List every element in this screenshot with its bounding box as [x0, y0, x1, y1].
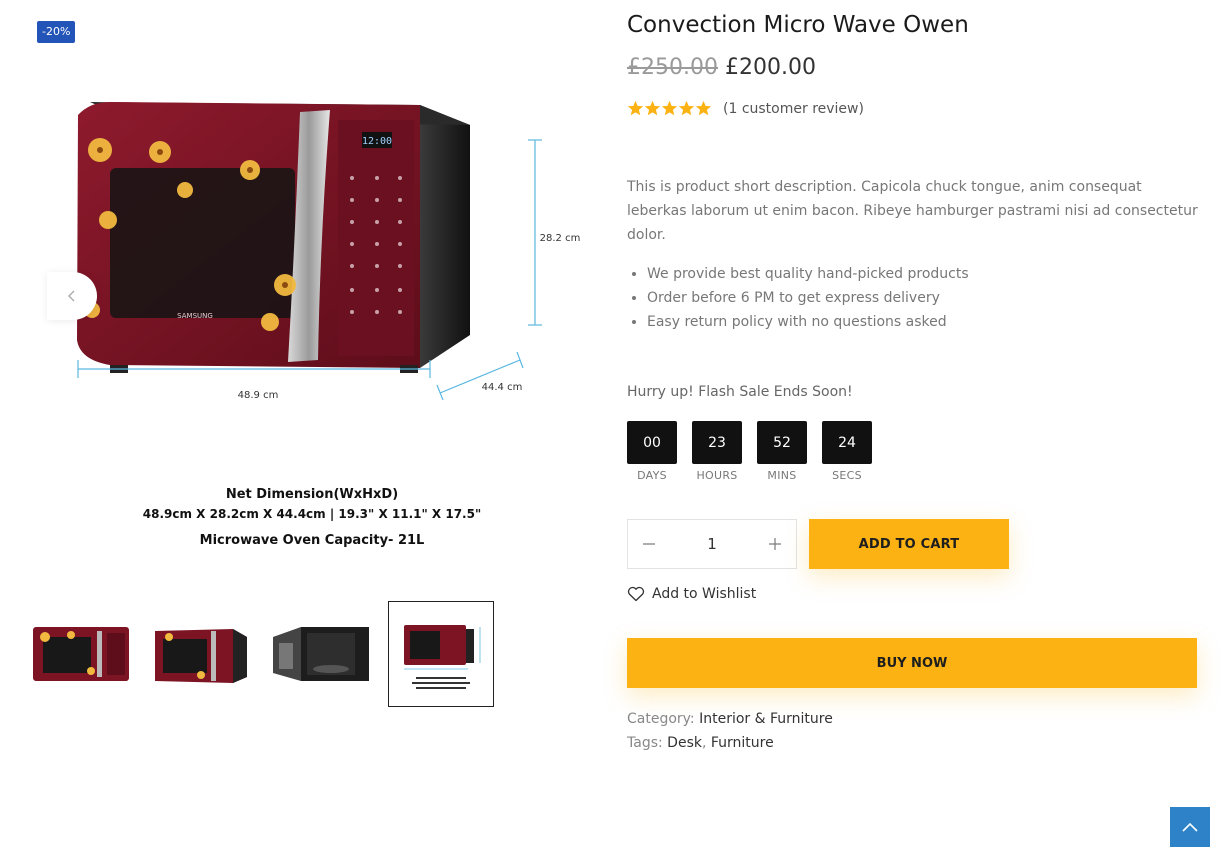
countdown-days: 00 DAYS	[627, 421, 677, 482]
feature-item: We provide best quality hand-picked prod…	[647, 262, 969, 286]
scroll-to-top-button[interactable]	[1170, 807, 1210, 847]
quantity-increase-button[interactable]	[754, 520, 796, 568]
net-dimension-title: Net Dimension(WxHxD)	[226, 487, 398, 502]
star-icon	[695, 100, 712, 116]
countdown-value: 52	[757, 421, 807, 464]
gallery-thumbnails	[28, 601, 494, 707]
product-tags: Tags: Desk, Furniture	[627, 735, 774, 751]
feature-item: Easy return policy with no questions ask…	[647, 310, 969, 334]
countdown-hours: 23 HOURS	[692, 421, 742, 482]
product-category: Category: Interior & Furniture	[627, 711, 833, 727]
plus-icon	[769, 538, 781, 550]
oven-display-text: 12:00	[362, 136, 392, 147]
countdown-label: DAYS	[637, 469, 667, 482]
buy-now-button[interactable]: BUY NOW	[627, 638, 1197, 688]
oven-brand-text: SAMSUNG	[177, 312, 213, 320]
product-gallery: -20% 12:00 SAMSUNG 28.2 cm 48.9 cm 44.4 …	[0, 0, 610, 720]
countdown-label: HOURS	[696, 469, 738, 482]
star-icon	[661, 100, 678, 116]
chevron-up-icon	[1182, 822, 1198, 832]
add-to-wishlist-link[interactable]: Add to Wishlist	[627, 586, 756, 602]
price-new: £200.00	[725, 55, 816, 80]
width-dimension-label: 48.9 cm	[238, 390, 279, 401]
countdown-value: 23	[692, 421, 742, 464]
countdown-mins: 52 MINS	[757, 421, 807, 482]
tag-link[interactable]: Desk	[667, 735, 702, 751]
net-dimension-values: 48.9cm X 28.2cm X 44.4cm | 19.3" X 11.1"…	[143, 507, 481, 521]
heart-icon	[627, 586, 645, 602]
category-link[interactable]: Interior & Furniture	[699, 711, 833, 727]
countdown-timer: 00 DAYS 23 HOURS 52 MINS 24 SECS	[627, 421, 872, 482]
countdown-value: 00	[627, 421, 677, 464]
wishlist-label: Add to Wishlist	[652, 586, 757, 602]
tag-link[interactable]: Furniture	[711, 735, 774, 751]
category-label: Category:	[627, 711, 695, 727]
thumbnail-2[interactable]	[148, 601, 254, 707]
feature-list: We provide best quality hand-picked prod…	[647, 262, 969, 334]
height-dimension-label: 28.2 cm	[540, 233, 581, 244]
minus-icon	[643, 543, 655, 545]
quantity-decrease-button[interactable]	[628, 520, 670, 568]
add-to-cart-button[interactable]: ADD TO CART	[809, 519, 1009, 569]
quantity-stepper	[627, 519, 797, 569]
feature-item: Order before 6 PM to get express deliver…	[647, 286, 969, 310]
product-rating: (1 customer review)	[627, 100, 864, 117]
tags-label: Tags:	[627, 735, 663, 751]
depth-dimension-label: 44.4 cm	[482, 382, 523, 393]
star-rating	[627, 100, 712, 117]
countdown-label: MINS	[767, 469, 797, 482]
star-icon	[678, 100, 695, 116]
flash-sale-label: Hurry up! Flash Sale Ends Soon!	[627, 384, 853, 400]
capacity-text: Microwave Oven Capacity- 21L	[200, 533, 425, 548]
customer-review-link[interactable]: (1 customer review)	[723, 101, 864, 117]
chevron-left-icon	[68, 290, 75, 302]
tag-separator: ,	[701, 735, 707, 751]
star-icon	[644, 100, 661, 116]
countdown-value: 24	[822, 421, 872, 464]
thumbnail-4[interactable]	[388, 601, 494, 707]
quantity-input[interactable]	[670, 520, 754, 568]
product-title: Convection Micro Wave Owen	[627, 12, 969, 38]
star-icon	[627, 100, 644, 116]
thumbnail-1[interactable]	[28, 601, 134, 707]
gallery-prev-button[interactable]	[47, 272, 97, 320]
countdown-label: SECS	[832, 469, 862, 482]
short-description: This is product short description. Capic…	[627, 179, 1198, 243]
discount-badge: -20%	[37, 21, 76, 43]
price-old: £250.00	[627, 55, 718, 80]
countdown-secs: 24 SECS	[822, 421, 872, 482]
main-product-image[interactable]: 12:00 SAMSUNG 28.2 cm 48.9 cm 44.4 cm Ne…	[0, 60, 600, 580]
thumbnail-3[interactable]	[268, 601, 374, 707]
